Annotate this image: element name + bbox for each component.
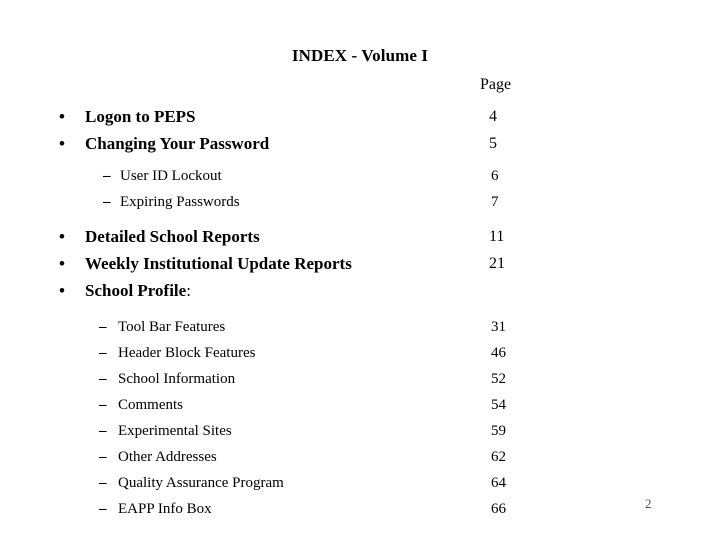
dash-icon: – [99, 319, 107, 335]
index-entry-label: Header Block Features [118, 345, 256, 361]
index-entry[interactable]: • Changing Your Password 5 [0, 133, 720, 160]
dash-icon: – [99, 449, 107, 465]
dash-icon: – [99, 501, 107, 517]
index-entry-page: 4 [489, 108, 497, 125]
index-entry[interactable]: – Tool Bar Features 31 [0, 317, 720, 343]
index-entry-label: EAPP Info Box [118, 501, 212, 517]
bullet-icon: • [59, 134, 65, 153]
index-entry-page: 6 [491, 168, 499, 184]
index-entry[interactable]: – User ID Lockout 6 [0, 166, 720, 192]
index-entry-page: 46 [491, 345, 506, 361]
dash-icon: – [99, 423, 107, 439]
index-entry-label: School Profile: [85, 282, 191, 299]
index-entry-page: 64 [491, 475, 506, 491]
index-entry-label-suffix: : [186, 281, 191, 300]
page-column-header: Page [480, 76, 512, 93]
index-entry-label: Logon to PEPS [85, 107, 196, 126]
index-entry-label-text: School Profile [85, 281, 187, 300]
index-entry-label: Expiring Passwords [120, 194, 240, 210]
index-entry-page: 7 [491, 194, 499, 210]
index-entry-label: Other Addresses [118, 449, 217, 465]
index-entry[interactable]: – Other Addresses 62 [0, 447, 720, 473]
index-entry[interactable]: – Comments 54 [0, 395, 720, 421]
index-entry-label: Tool Bar Features [118, 319, 226, 335]
index-entry[interactable]: – Expiring Passwords 7 [0, 192, 720, 218]
slide-canvas: INDEX - Volume I Page • Logon to PEPS 4 … [0, 0, 720, 540]
bullet-icon: • [59, 227, 65, 246]
index-entry-label: Comments [118, 397, 184, 413]
dash-icon: – [99, 371, 107, 387]
index-entry-label: Experimental Sites [118, 423, 232, 439]
index-entry-page: 66 [491, 501, 506, 517]
dash-icon: – [99, 475, 107, 491]
index-entry-label: Quality Assurance Program [118, 475, 284, 491]
index-entry-label: Weekly Institutional Update Reports [85, 254, 352, 273]
index-entry-label: Changing Your Password [85, 134, 270, 153]
slide-number: 2 [645, 496, 652, 511]
index-entry-label: Detailed School Reports [85, 227, 260, 246]
index-entry-page: 11 [489, 228, 505, 245]
index-entry-page: 62 [491, 449, 506, 465]
index-entry[interactable]: • School Profile: [0, 280, 720, 307]
index-entry-page: 54 [491, 397, 506, 413]
dash-icon: – [103, 168, 111, 184]
index-entry-label: User ID Lockout [120, 168, 222, 184]
index-entry-page: 5 [489, 135, 497, 152]
bullet-icon: • [59, 107, 65, 126]
bullet-icon: • [59, 254, 65, 273]
index-entry-label: School Information [118, 371, 236, 387]
index-entry[interactable]: • Detailed School Reports 11 [0, 226, 720, 253]
dash-icon: – [99, 397, 107, 413]
index-entry-page: 52 [491, 371, 506, 387]
dash-icon: – [103, 194, 111, 210]
bullet-icon: • [59, 281, 65, 300]
index-entry[interactable]: • Weekly Institutional Update Reports 21 [0, 253, 720, 280]
index-entry[interactable]: – Experimental Sites 59 [0, 421, 720, 447]
index-entry[interactable]: – Header Block Features 46 [0, 343, 720, 369]
index-entry-page: 21 [489, 255, 505, 272]
index-entry[interactable]: – EAPP Info Box 66 [0, 499, 720, 525]
index-entry-page: 31 [491, 319, 506, 335]
index-entry-page: 59 [491, 423, 506, 439]
dash-icon: – [99, 345, 107, 361]
index-entry[interactable]: – Quality Assurance Program 64 [0, 473, 720, 499]
index-entry[interactable]: – School Information 52 [0, 369, 720, 395]
index-entry[interactable]: • Logon to PEPS 4 [0, 106, 720, 133]
index-entry-list: • Logon to PEPS 4 • Changing Your Passwo… [0, 106, 720, 525]
page-title: INDEX - Volume I [291, 46, 429, 65]
